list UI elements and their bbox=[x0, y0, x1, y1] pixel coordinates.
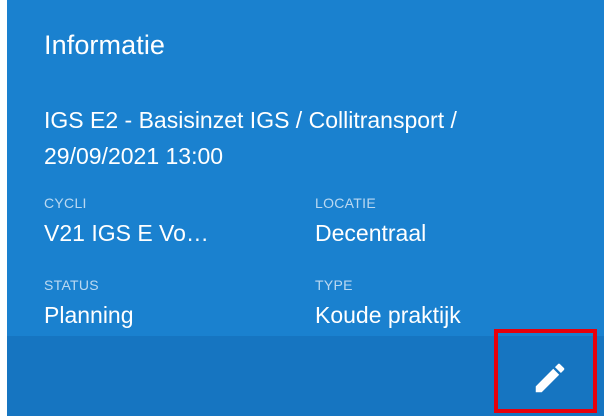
field-label-cycli: CYCLI bbox=[44, 195, 87, 211]
field-value-type: Koude praktijk bbox=[315, 302, 461, 328]
card-title: Informatie bbox=[44, 30, 166, 60]
card-body: Informatie IGS E2 - Basisinzet IGS / Col… bbox=[7, 0, 604, 336]
field-value-status: Planning bbox=[44, 302, 134, 328]
field-value-locatie: Decentraal bbox=[315, 220, 427, 246]
edit-button[interactable] bbox=[528, 356, 572, 400]
field-value-cycli: V21 IGS E Vo… bbox=[44, 220, 209, 246]
pencil-icon bbox=[535, 363, 565, 393]
field-label-status: STATUS bbox=[44, 277, 99, 293]
card-subtitle: IGS E2 - Basisinzet IGS / Collitransport… bbox=[44, 107, 457, 169]
field-label-type: TYPE bbox=[315, 277, 353, 293]
field-label-locatie: LOCATIE bbox=[315, 195, 376, 211]
